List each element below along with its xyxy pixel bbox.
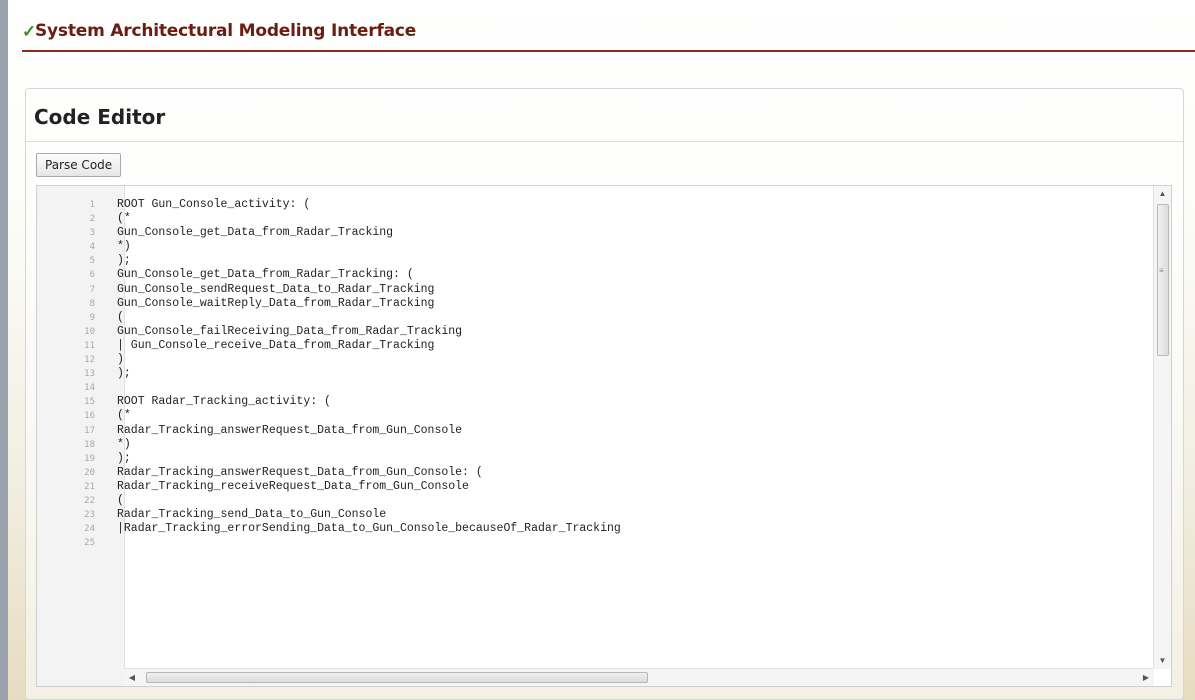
line-number: 3 <box>89 228 95 239</box>
header-divider <box>22 50 1195 52</box>
line-number: 6 <box>89 270 95 281</box>
line-number: 13 <box>84 369 95 380</box>
scroll-right-arrow-icon[interactable]: ▶ <box>1138 669 1154 686</box>
code-line[interactable]: ); <box>117 254 621 268</box>
line-number: 10 <box>84 326 95 337</box>
code-line[interactable]: *) <box>117 438 621 452</box>
line-number: 17 <box>84 425 95 436</box>
code-line[interactable]: Gun_Console_waitReply_Data_from_Radar_Tr… <box>117 297 621 311</box>
line-number: 12 <box>84 355 95 366</box>
code-line[interactable]: |Radar_Tracking_errorSending_Data_to_Gun… <box>117 522 621 536</box>
code-line[interactable]: Gun_Console_failReceiving_Data_from_Rada… <box>117 325 621 339</box>
line-number: 25 <box>84 538 95 549</box>
line-number: 16 <box>84 411 95 422</box>
app-title: System Architectural Modeling Interface <box>35 21 417 41</box>
scroll-up-arrow-icon[interactable]: ▲ <box>1154 186 1171 202</box>
panel-title: Code Editor <box>34 105 166 129</box>
grip-icon: ≡ <box>1159 266 1164 275</box>
app-header: ✓ System Architectural Modeling Interfac… <box>22 18 1195 52</box>
line-number: 5 <box>89 256 95 267</box>
line-number: 11 <box>84 340 95 351</box>
panel-divider <box>26 141 1183 142</box>
line-number: 18 <box>84 439 95 450</box>
code-line[interactable]: ROOT Gun_Console_activity: ( <box>117 198 621 212</box>
line-number: 21 <box>84 481 95 492</box>
horizontal-scroll-thumb[interactable] <box>146 672 648 683</box>
parse-code-button[interactable]: Parse Code <box>36 153 122 177</box>
line-number: 9 <box>89 312 95 323</box>
line-number: 8 <box>89 298 95 309</box>
window-left-border <box>0 0 8 700</box>
code-line[interactable] <box>117 381 621 395</box>
vertical-scroll-thumb[interactable] <box>1157 204 1169 356</box>
code-line[interactable]: (* <box>117 409 621 423</box>
code-line[interactable]: *) <box>117 240 621 254</box>
code-line[interactable]: | Gun_Console_receive_Data_from_Radar_Tr… <box>117 339 621 353</box>
code-line[interactable]: Gun_Console_sendRequest_Data_to_Radar_Tr… <box>117 283 621 297</box>
code-line[interactable]: ); <box>117 452 621 466</box>
line-number: 24 <box>84 524 95 535</box>
code-line[interactable]: Radar_Tracking_answerRequest_Data_from_G… <box>117 466 621 480</box>
line-number: 23 <box>84 510 95 521</box>
code-line[interactable] <box>117 536 621 550</box>
line-number: 20 <box>84 467 95 478</box>
code-line[interactable]: Radar_Tracking_answerRequest_Data_from_G… <box>117 424 621 438</box>
code-line[interactable]: ) <box>117 353 621 367</box>
code-text-area[interactable]: ROOT Gun_Console_activity: ((* Gun_Consol… <box>117 198 621 550</box>
line-number: 19 <box>84 453 95 464</box>
code-line[interactable]: ( <box>117 311 621 325</box>
code-line[interactable]: Gun_Console_get_Data_from_Radar_Tracking… <box>117 268 621 282</box>
scroll-left-arrow-icon[interactable]: ◀ <box>124 669 140 686</box>
code-editor[interactable]: 1 2 3 4 5 6 7 8 9 10 11 12 13 14 15 16 17 18 19 20 21 22 23 24 2… <box>36 185 1172 687</box>
code-line[interactable]: ROOT Radar_Tracking_activity: ( <box>117 395 621 409</box>
vertical-scrollbar[interactable]: ▲ ≡ ▼ <box>1153 186 1171 669</box>
line-number: 2 <box>89 214 95 225</box>
code-editor-panel: Code Editor Parse Code 1 2 3 4 5 6 7 8 9 10 11 12 13… <box>25 88 1184 700</box>
code-line[interactable]: Radar_Tracking_send_Data_to_Gun_Console <box>117 508 621 522</box>
line-number: 4 <box>89 242 95 253</box>
code-line[interactable]: ); <box>117 367 621 381</box>
code-line[interactable]: Radar_Tracking_receiveRequest_Data_from_… <box>117 480 621 494</box>
line-number: 15 <box>84 397 95 408</box>
code-line[interactable]: Gun_Console_get_Data_from_Radar_Tracking <box>117 226 621 240</box>
line-number: 14 <box>84 383 95 394</box>
line-number: 22 <box>84 495 95 506</box>
scroll-down-arrow-icon[interactable]: ▼ <box>1154 653 1171 669</box>
code-line[interactable]: ( <box>117 494 621 508</box>
line-number: 7 <box>89 284 95 295</box>
line-number: 1 <box>89 200 95 210</box>
line-number-gutter: 1 2 3 4 5 6 7 8 9 10 11 12 13 14 15 16 17 18 19 20 21 22 23 24 2… <box>37 186 125 686</box>
horizontal-scrollbar[interactable]: ◀ ▶ <box>124 668 1154 686</box>
code-line[interactable]: (* <box>117 212 621 226</box>
